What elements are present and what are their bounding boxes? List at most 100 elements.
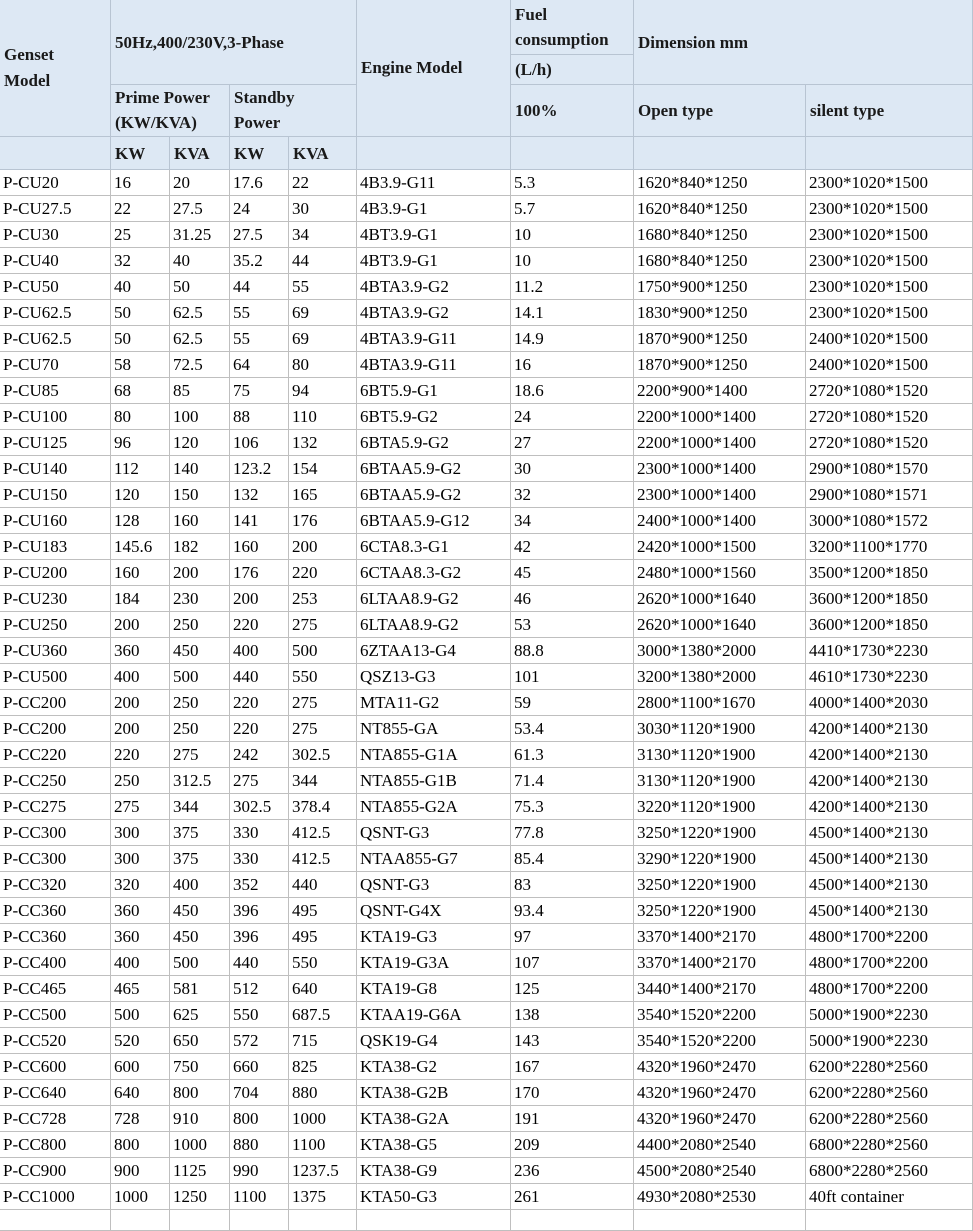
prime-kva-cell: 1250: [170, 1184, 230, 1210]
genset-model-cell: P-CU27.5: [0, 196, 111, 222]
standby-kw-cell: 440: [230, 664, 289, 690]
prime-kw-cell: 640: [111, 1080, 170, 1106]
prime-kva-cell: 450: [170, 924, 230, 950]
silent-type-cell: 2720*1080*1520: [806, 430, 973, 456]
header-standby-power: Standby Power: [230, 85, 357, 137]
open-type-cell: 1870*900*1250: [634, 352, 806, 378]
engine-model-cell: KTA50-G3: [357, 1184, 511, 1210]
prime-kw-cell: 25: [111, 222, 170, 248]
header-fuel-unit: (L/h): [511, 55, 634, 85]
standby-kva-cell: 687.5: [289, 1002, 357, 1028]
standby-kw-cell: 396: [230, 898, 289, 924]
engine-model-cell: NTA855-G1A: [357, 742, 511, 768]
prime-kw-cell: 128: [111, 508, 170, 534]
open-type-cell: 3250*1220*1900: [634, 872, 806, 898]
table-row: P-CU85 68 85 75 94 6BT5.9-G1 18.6 2200*900*1400…: [0, 378, 973, 404]
engine-model-cell: NT855-GA: [357, 716, 511, 742]
fuel-cell: 16: [511, 352, 634, 378]
prime-kva-cell: 250: [170, 612, 230, 638]
standby-kw-cell: 704: [230, 1080, 289, 1106]
table-row: P-CC360 360 450 396 495 KTA19-G3 97 3370*1400*2…: [0, 924, 973, 950]
standby-kva-cell: 378.4: [289, 794, 357, 820]
engine-model-cell: 4BTA3.9-G2: [357, 300, 511, 326]
engine-model-cell: 6BTAA5.9-G2: [357, 482, 511, 508]
standby-kva-cell: 22: [289, 170, 357, 196]
standby-kw-cell: 220: [230, 716, 289, 742]
prime-kw-cell: 900: [111, 1158, 170, 1184]
prime-kva-cell: 62.5: [170, 300, 230, 326]
standby-kva-cell: 344: [289, 768, 357, 794]
fuel-cell: 261: [511, 1184, 634, 1210]
prime-kva-cell: 230: [170, 586, 230, 612]
standby-kw-cell: 200: [230, 586, 289, 612]
open-type-cell: 2300*1000*1400: [634, 456, 806, 482]
fuel-cell: 88.8: [511, 638, 634, 664]
open-type-cell: 2620*1000*1640: [634, 612, 806, 638]
table-row: P-CU62.5 50 62.5 55 69 4BTA3.9-G11 14.9 1870*90…: [0, 326, 973, 352]
fuel-cell: 14.9: [511, 326, 634, 352]
standby-kva-cell: 1000: [289, 1106, 357, 1132]
fuel-cell: 10: [511, 248, 634, 274]
standby-kw-cell: 176: [230, 560, 289, 586]
table-row: P-CC520 520 650 572 715 QSK19-G4 143 3540*1520*…: [0, 1028, 973, 1054]
standby-kva-cell: 165: [289, 482, 357, 508]
silent-type-cell: 4800*1700*2200: [806, 950, 973, 976]
table-row: P-CU250 200 250 220 275 6LTAA8.9-G2 53 2620*100…: [0, 612, 973, 638]
fuel-cell: 85.4: [511, 846, 634, 872]
engine-model-cell: 6BT5.9-G1: [357, 378, 511, 404]
table-tail: [0, 1209, 973, 1231]
open-type-cell: 1680*840*1250: [634, 248, 806, 274]
fuel-cell: 53.4: [511, 716, 634, 742]
engine-model-cell: 6LTAA8.9-G2: [357, 586, 511, 612]
silent-type-cell: 4800*1700*2200: [806, 924, 973, 950]
standby-kw-cell: 400: [230, 638, 289, 664]
table-row: P-CU200 160 200 176 220 6CTAA8.3-G2 45 2480*100…: [0, 560, 973, 586]
genset-model-cell: P-CU183: [0, 534, 111, 560]
table-row: P-CU30 25 31.25 27.5 34 4BT3.9-G1 10 1680*840*1…: [0, 222, 973, 248]
table-row: P-CU150 120 150 132 165 6BTAA5.9-G2 32 2300*100…: [0, 482, 973, 508]
engine-model-cell: 6BTA5.9-G2: [357, 430, 511, 456]
engine-model-cell: 6CTAA8.3-G2: [357, 560, 511, 586]
standby-kw-cell: 141: [230, 508, 289, 534]
prime-kw-cell: 200: [111, 716, 170, 742]
genset-model-cell: P-CU150: [0, 482, 111, 508]
open-type-cell: 3290*1220*1900: [634, 846, 806, 872]
silent-type-cell: 4200*1400*2130: [806, 768, 973, 794]
fuel-cell: 97: [511, 924, 634, 950]
table-row: P-CU50 40 50 44 55 4BTA3.9-G2 11.2 1750*900*125…: [0, 274, 973, 300]
standby-kva-cell: 495: [289, 898, 357, 924]
prime-kva-cell: 120: [170, 430, 230, 456]
genset-model-cell: P-CU70: [0, 352, 111, 378]
standby-kva-cell: 550: [289, 664, 357, 690]
standby-kw-cell: 512: [230, 976, 289, 1002]
engine-model-cell: 4BTA3.9-G11: [357, 352, 511, 378]
fuel-cell: 125: [511, 976, 634, 1002]
table-row: P-CU70 58 72.5 64 80 4BTA3.9-G11 16 1870*900*12…: [0, 352, 973, 378]
genset-model-cell: P-CC900: [0, 1158, 111, 1184]
genset-model-cell: P-CC360: [0, 898, 111, 924]
prime-kw-cell: 160: [111, 560, 170, 586]
standby-kw-cell: 220: [230, 690, 289, 716]
silent-type-cell: 2400*1020*1500: [806, 352, 973, 378]
open-type-cell: 3250*1220*1900: [634, 898, 806, 924]
genset-model-cell: P-CU62.5: [0, 300, 111, 326]
header-fuel-load: 100%: [511, 85, 634, 137]
fuel-cell: 77.8: [511, 820, 634, 846]
table-row: P-CU62.5 50 62.5 55 69 4BTA3.9-G2 14.1 1830*900…: [0, 300, 973, 326]
standby-kw-cell: 132: [230, 482, 289, 508]
prime-kva-cell: 62.5: [170, 326, 230, 352]
prime-kva-cell: 1125: [170, 1158, 230, 1184]
header-unit-blank: [0, 137, 111, 170]
open-type-cell: 2200*1000*1400: [634, 430, 806, 456]
open-type-cell: 2300*1000*1400: [634, 482, 806, 508]
silent-type-cell: 2720*1080*1520: [806, 404, 973, 430]
open-type-cell: 3370*1400*2170: [634, 950, 806, 976]
engine-model-cell: KTA38-G2A: [357, 1106, 511, 1132]
genset-model-cell: P-CU230: [0, 586, 111, 612]
standby-kva-cell: 275: [289, 612, 357, 638]
standby-kw-cell: 330: [230, 820, 289, 846]
standby-kva-cell: 69: [289, 300, 357, 326]
fuel-cell: 34: [511, 508, 634, 534]
standby-kw-cell: 75: [230, 378, 289, 404]
prime-kva-cell: 140: [170, 456, 230, 482]
